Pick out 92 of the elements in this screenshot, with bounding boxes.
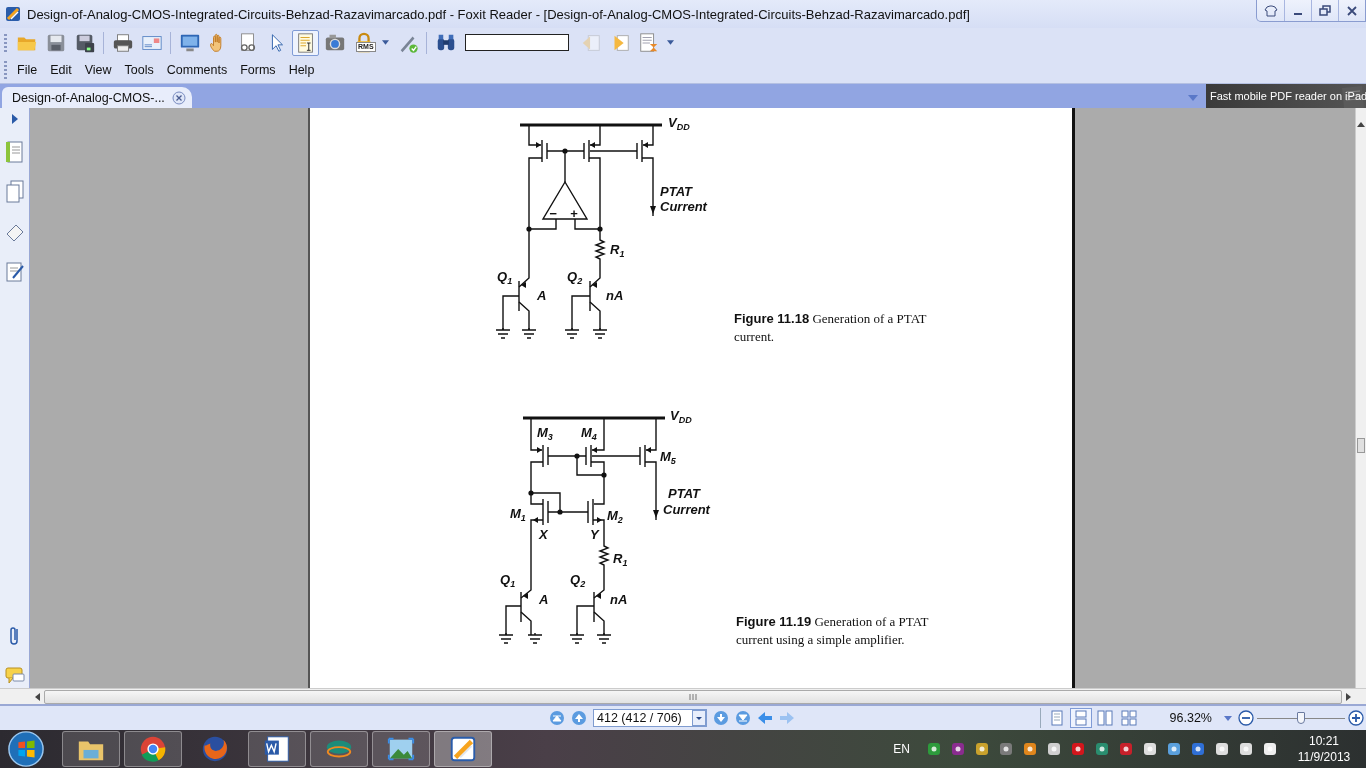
last-page-icon[interactable] <box>735 710 751 726</box>
circuit-label: Current <box>663 503 710 517</box>
circuit-label: X <box>539 528 548 542</box>
close-icon[interactable] <box>171 90 186 105</box>
circuit-label: Q$_{2}$ <box>567 270 583 288</box>
circuit-label: A <box>539 593 549 607</box>
circuit-label: Q$_{2}$ <box>570 573 586 591</box>
dropdown-icon[interactable] <box>692 710 706 726</box>
back-arrow-icon[interactable] <box>757 710 773 726</box>
circuit-label: PTAT <box>660 185 692 199</box>
grip-icon <box>689 692 697 701</box>
foxit-icon <box>448 734 478 764</box>
foxit-icon <box>5 6 21 22</box>
continuous-page-icon <box>1072 710 1089 726</box>
caret-icon[interactable] <box>382 40 389 45</box>
tool-button[interactable] <box>292 29 319 56</box>
shirt-icon <box>1263 3 1278 18</box>
word-icon <box>262 734 292 764</box>
ad-banner[interactable]: Fast mobile PDF reader on iPad <box>1206 84 1366 108</box>
scroll-thumb[interactable] <box>44 689 1342 704</box>
circuit-label: Current <box>660 200 707 214</box>
circuit-label: M$_{3}$ <box>537 426 553 444</box>
menu-item[interactable]: Forms <box>234 60 282 80</box>
menu-item[interactable]: Edit <box>44 60 78 80</box>
circuit-label: M$_{1}$ <box>510 507 526 525</box>
document-tab[interactable]: Design-of-Analog-CMOS-... <box>2 87 192 108</box>
pages-icon[interactable] <box>4 180 25 204</box>
down-icon[interactable] <box>713 710 729 726</box>
circuit-label: Q$_{1}$ <box>500 573 516 591</box>
circuit-label: M$_{5}$ <box>660 450 676 468</box>
chrome-icon <box>138 734 168 764</box>
circuit-label: nA <box>606 289 624 303</box>
scroll-right-icon[interactable] <box>1346 692 1352 701</box>
menu-item[interactable]: Tools <box>118 60 160 80</box>
first-page-icon[interactable] <box>549 710 565 726</box>
clock-date[interactable]: 11/9/2013 <box>1297 749 1351 765</box>
taskbar-button[interactable] <box>62 731 120 767</box>
menu-item[interactable]: Comments <box>160 60 234 80</box>
caret-icon[interactable] <box>1224 715 1232 721</box>
start-button[interactable] <box>6 730 46 768</box>
circuit-label: Y <box>590 528 599 542</box>
edit-icon[interactable] <box>4 260 25 284</box>
zoom-in-icon[interactable] <box>1348 710 1364 726</box>
figure-caption: Figure 11.18 Generation of a PTAT current. <box>734 310 928 346</box>
circuit-label: − <box>549 207 557 221</box>
zoom-out-icon[interactable] <box>1238 710 1254 726</box>
circuit-label: R$_{1}$ <box>610 243 625 261</box>
window-title: Design-of-Analog-CMOS-Integrated-Circuits-Behzad-Razavimarcado.pdf - Foxit Reader - [Design-of-Analog-CMOS-Integrated-Circuits-Behzad-Razavimarcado.pdf] <box>27 6 971 22</box>
up-icon[interactable] <box>571 710 587 726</box>
tab-label: Design-of-Analog-CMOS-... <box>12 90 165 105</box>
hourglass-icon <box>637 31 660 54</box>
circuit-label: M$_{4}$ <box>581 426 597 444</box>
firefox-icon <box>200 734 230 764</box>
circuit-label: nA <box>610 593 628 607</box>
single-page-icon <box>1048 710 1065 726</box>
restore-icon <box>1318 3 1332 18</box>
circuit-label: Q$_{1}$ <box>497 270 513 288</box>
circuit-label: V$_{DD}$ <box>670 409 692 427</box>
search-field[interactable] <box>465 34 569 51</box>
taskbar-button[interactable] <box>124 731 182 767</box>
circuit-label: M$_{2}$ <box>607 509 623 527</box>
printer-icon <box>111 31 134 54</box>
horizontal-scrollbar[interactable] <box>0 688 1366 706</box>
clock-time[interactable]: 10:21 <box>1309 733 1339 749</box>
circuit-label: + <box>570 207 578 221</box>
circuit-label: PTAT <box>668 487 700 501</box>
menu-item[interactable]: File <box>11 60 44 80</box>
menu-item[interactable]: View <box>78 60 118 80</box>
caret-icon[interactable] <box>667 40 674 45</box>
scroll-up-icon[interactable] <box>1357 121 1365 127</box>
expand-arrow-icon[interactable] <box>10 114 19 124</box>
grid-page-icon <box>1120 710 1137 726</box>
taskbar-button[interactable] <box>434 731 492 767</box>
circuit-label: A <box>537 289 547 303</box>
zoom-level[interactable]: 96.32% <box>1169 711 1212 725</box>
minimize-icon <box>1294 12 1302 15</box>
taskbar-button[interactable] <box>372 731 430 767</box>
circuit-label: V$_{DD}$ <box>668 116 690 134</box>
taskbar-button[interactable] <box>248 731 306 767</box>
scroll-thumb[interactable] <box>1357 438 1365 453</box>
scroll-left-icon[interactable] <box>34 692 40 701</box>
language-indicator[interactable]: EN <box>893 742 910 756</box>
slider-thumb[interactable] <box>1297 712 1305 724</box>
figure-caption: Figure 11.19 Generation of a PTAT current using a simple amplifier. <box>736 613 930 649</box>
facing-page-icon <box>1096 710 1113 726</box>
page-number-field[interactable]: 412 (412 / 706) <box>593 709 707 727</box>
menu-item[interactable]: Help <box>282 60 321 80</box>
vertical-scrollbar[interactable] <box>1355 108 1366 688</box>
view-mode-button[interactable] <box>1069 708 1092 728</box>
close-icon <box>1345 3 1359 18</box>
circuit-label: R$_{1}$ <box>613 552 628 570</box>
ad-text: Fast mobile PDF reader on iPad <box>1209 90 1366 102</box>
